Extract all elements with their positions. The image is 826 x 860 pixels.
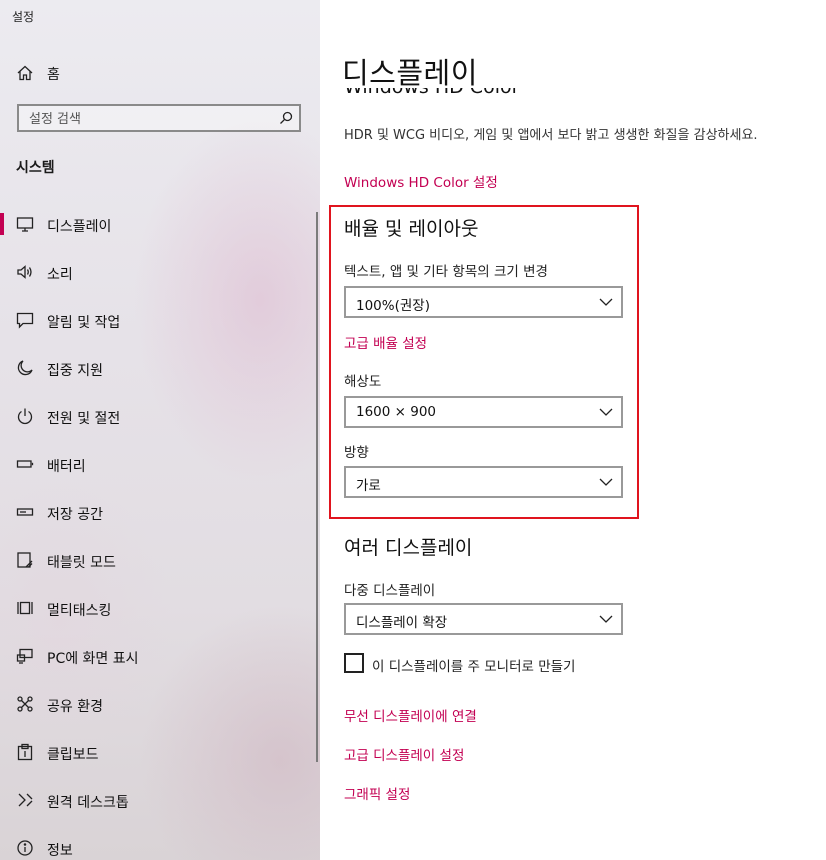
sidebar-item-label: 클립보드 <box>47 747 99 763</box>
chevron-down-icon <box>599 478 613 486</box>
scale-value: 100%(권장) <box>356 298 430 314</box>
share-icon <box>17 696 33 712</box>
sidebar-item-multitasking[interactable]: 멀티태스킹 <box>0 588 318 628</box>
multi-display-dropdown[interactable]: 디스플레이 확장 <box>344 603 623 635</box>
notification-icon <box>16 312 34 329</box>
page-title: 디스플레이 <box>342 56 478 90</box>
advanced-display-link[interactable]: 고급 디스플레이 설정 <box>344 744 464 764</box>
sidebar-item-project-to-pc[interactable]: PC에 화면 표시 <box>0 636 318 676</box>
scale-dropdown[interactable]: 100%(권장) <box>344 286 623 318</box>
hd-color-settings-link[interactable]: Windows HD Color 설정 <box>344 171 498 191</box>
sidebar-item-label: 소리 <box>47 267 73 283</box>
sidebar-item-label: 공유 환경 <box>47 699 103 715</box>
scale-layout-heading: 배율 및 레이아웃 <box>344 218 479 240</box>
speaker-icon <box>17 265 32 279</box>
sidebar-item-tablet-mode[interactable]: 태블릿 모드 <box>0 540 318 580</box>
multi-display-value: 디스플레이 확장 <box>356 615 448 631</box>
sidebar-item-label: 원격 데스크톱 <box>47 795 129 811</box>
hd-color-heading-clipped: Windows HD Color <box>344 88 644 102</box>
search-icon[interactable] <box>279 111 293 125</box>
main-content: 디스플레이 Windows HD Color HDR 및 WCG 비디오, 게임… <box>320 0 826 860</box>
chevron-down-icon <box>599 615 613 623</box>
chevron-down-icon <box>599 408 613 416</box>
multi-display-heading: 여러 디스플레이 <box>344 537 473 559</box>
app-title: 설정 <box>12 10 35 24</box>
tablet-icon <box>17 552 33 568</box>
sidebar: 설정 홈 시스템 디스플레이 소리 알림 및 작업 집중 <box>0 0 320 860</box>
orientation-value: 가로 <box>356 478 381 494</box>
project-icon <box>16 648 33 664</box>
sidebar-item-power[interactable]: 전원 및 절전 <box>0 396 318 436</box>
sidebar-item-notifications[interactable]: 알림 및 작업 <box>0 300 318 340</box>
moon-icon <box>17 360 33 376</box>
sidebar-item-remote-desktop[interactable]: 원격 데스크톱 <box>0 780 318 820</box>
advanced-scaling-link[interactable]: 고급 배율 설정 <box>344 332 427 352</box>
wireless-display-link[interactable]: 무선 디스플레이에 연결 <box>344 705 477 725</box>
hd-color-heading: Windows HD Color <box>344 88 519 98</box>
multi-display-label: 다중 디스플레이 <box>344 583 436 599</box>
resolution-dropdown[interactable]: 1600 × 900 <box>344 396 623 428</box>
hd-color-description: HDR 및 WCG 비디오, 게임 및 앱에서 보다 밝고 생생한 화질을 감상… <box>344 128 758 143</box>
main-display-checkbox-row[interactable]: 이 디스플레이를 주 모니터로 만들기 <box>344 653 704 675</box>
resolution-label: 해상도 <box>344 374 382 390</box>
chevron-down-icon <box>599 298 613 306</box>
sidebar-item-clipboard[interactable]: 클립보드 <box>0 732 318 772</box>
graphics-settings-link[interactable]: 그래픽 설정 <box>344 783 410 803</box>
orientation-label: 방향 <box>344 445 369 461</box>
sidebar-item-display[interactable]: 디스플레이 <box>0 204 318 244</box>
power-icon <box>17 408 33 425</box>
remote-desktop-icon <box>18 793 33 807</box>
monitor-icon <box>16 217 34 232</box>
main-display-checkbox[interactable] <box>344 653 364 673</box>
clipboard-icon <box>17 743 33 761</box>
sidebar-item-label: 전원 및 절전 <box>47 411 121 427</box>
home-label: 홈 <box>47 67 60 83</box>
sidebar-item-label: 알림 및 작업 <box>47 315 121 331</box>
sidebar-item-label: 배터리 <box>47 459 86 475</box>
sidebar-item-label: 저장 공간 <box>47 507 103 523</box>
home-nav-item[interactable]: 홈 <box>0 56 320 90</box>
orientation-dropdown[interactable]: 가로 <box>344 466 623 498</box>
sidebar-item-about[interactable]: 정보 <box>0 828 318 860</box>
sidebar-item-storage[interactable]: 저장 공간 <box>0 492 318 532</box>
sidebar-item-focus-assist[interactable]: 집중 지원 <box>0 348 318 388</box>
sidebar-item-battery[interactable]: 배터리 <box>0 444 318 484</box>
multitasking-icon <box>17 601 33 615</box>
home-icon <box>17 65 33 81</box>
sidebar-item-label: 멀티태스킹 <box>47 603 112 619</box>
sidebar-scrollbar[interactable] <box>316 212 318 762</box>
battery-icon <box>16 460 34 468</box>
sidebar-item-label: PC에 화면 표시 <box>47 651 139 667</box>
search-input[interactable] <box>27 108 271 130</box>
resolution-value: 1600 × 900 <box>356 404 437 420</box>
sidebar-item-label: 태블릿 모드 <box>47 555 116 571</box>
sidebar-item-label: 디스플레이 <box>47 219 112 235</box>
search-box[interactable] <box>17 104 301 132</box>
sidebar-item-sound[interactable]: 소리 <box>0 252 318 292</box>
main-display-checkbox-label: 이 디스플레이를 주 모니터로 만들기 <box>372 659 576 675</box>
sidebar-item-label: 정보 <box>47 843 73 859</box>
sidebar-item-shared-experiences[interactable]: 공유 환경 <box>0 684 318 724</box>
section-title: 시스템 <box>16 160 55 176</box>
scale-label: 텍스트, 앱 및 기타 항목의 크기 변경 <box>344 264 548 280</box>
info-icon <box>17 840 33 856</box>
storage-icon <box>16 508 34 516</box>
sidebar-item-label: 집중 지원 <box>47 363 103 379</box>
